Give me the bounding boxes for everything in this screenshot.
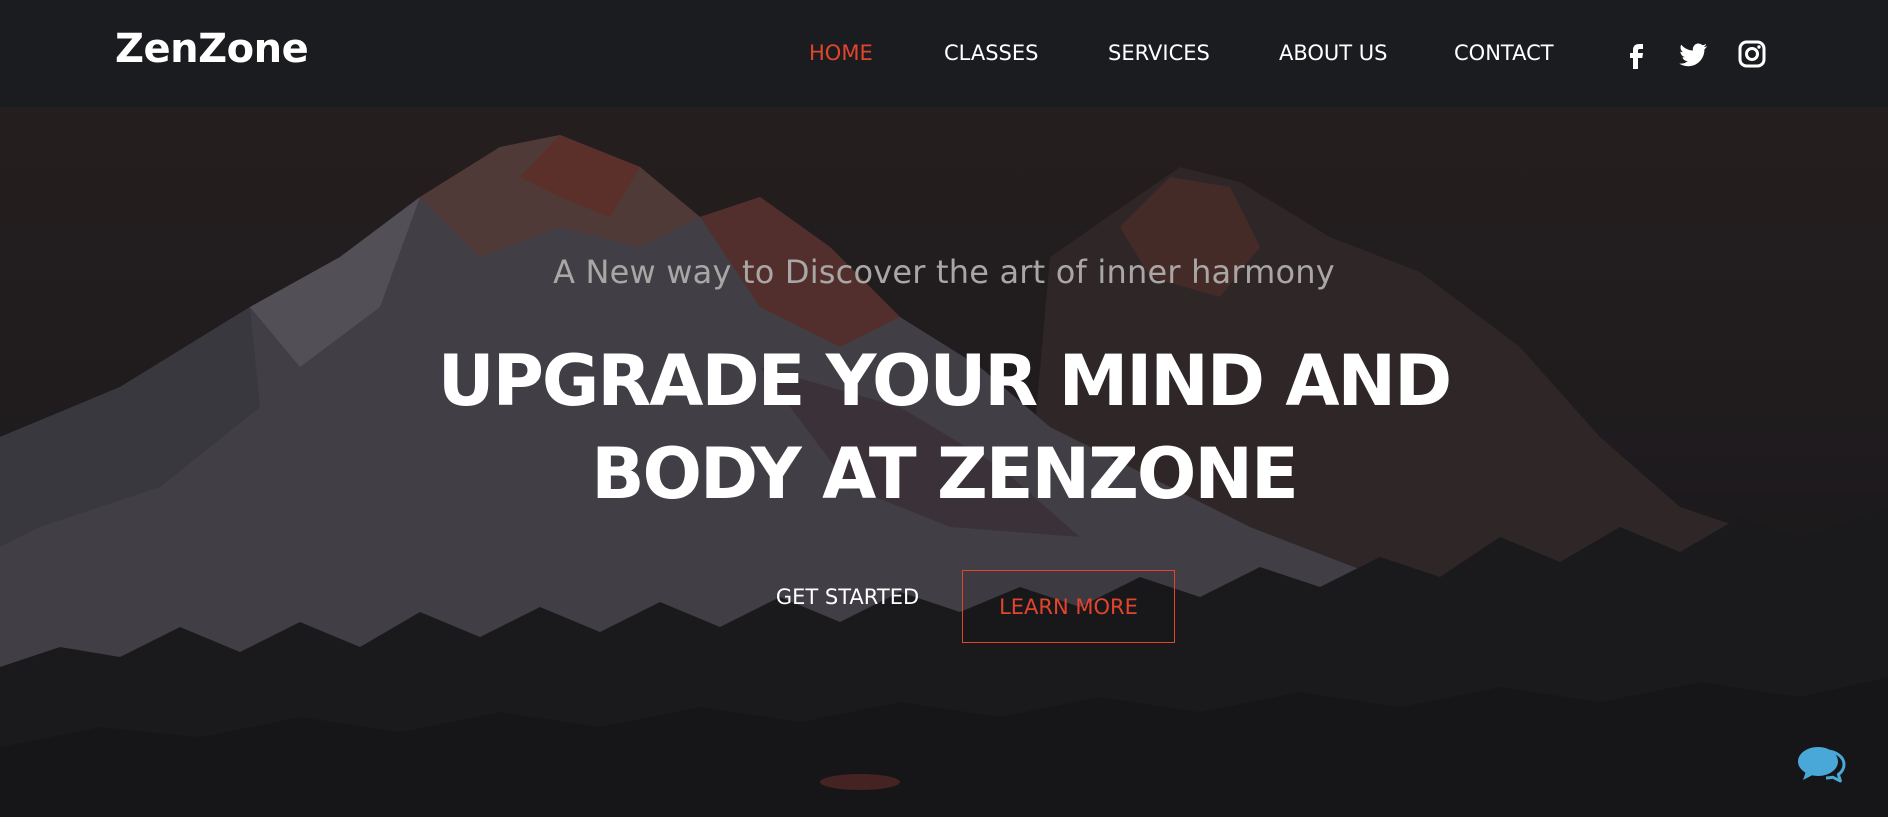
hero-headline-line-2: BODY AT ZENZONE: [591, 433, 1299, 515]
chat-bubbles-icon[interactable]: [1796, 741, 1852, 789]
twitter-icon[interactable]: [1677, 38, 1709, 70]
hero-tagline: A New way to Discover the art of inner h…: [553, 253, 1335, 291]
nav-about-us[interactable]: ABOUT US: [1279, 40, 1388, 66]
get-started-button[interactable]: GET STARTED: [760, 560, 935, 634]
top-navbar: ZenZone HOME CLASSES SERVICES ABOUT US C…: [0, 0, 1888, 107]
learn-more-button[interactable]: LEARN MORE: [962, 570, 1175, 643]
nav-services[interactable]: SERVICES: [1108, 40, 1210, 66]
site-logo[interactable]: ZenZone: [115, 26, 309, 72]
nav-classes[interactable]: CLASSES: [944, 40, 1038, 66]
hero-section: A New way to Discover the art of inner h…: [0, 107, 1888, 817]
instagram-icon[interactable]: [1736, 38, 1768, 70]
nav-home[interactable]: HOME: [809, 40, 873, 66]
page: ZenZone HOME CLASSES SERVICES ABOUT US C…: [0, 0, 1888, 817]
hero-headline-line-1: UPGRADE YOUR MIND AND: [437, 340, 1452, 422]
facebook-icon[interactable]: [1621, 38, 1653, 70]
nav-contact[interactable]: CONTACT: [1454, 40, 1554, 66]
